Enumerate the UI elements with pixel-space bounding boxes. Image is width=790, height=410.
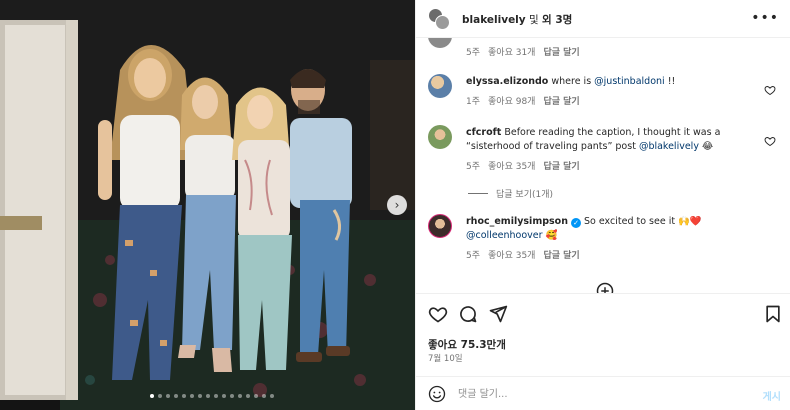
comment-mention[interactable]: @blakelively <box>639 141 699 152</box>
carousel-dots <box>150 394 274 398</box>
comment-likes[interactable]: 좋아요 31개 <box>488 45 535 58</box>
comment-meta: 5주 좋아요 35개 답글 달기 <box>466 248 580 261</box>
reply-button[interactable]: 답글 달기 <box>543 94 579 107</box>
comment-text-end: !! <box>664 76 676 87</box>
heart-icon[interactable] <box>764 135 776 147</box>
divider-line <box>468 193 488 194</box>
author-username[interactable]: blakelively <box>462 14 526 26</box>
comments-list[interactable]: 5주 좋아요 31개 답글 달기 elyssa.elizondo where i… <box>416 38 790 293</box>
avatar[interactable] <box>428 74 452 98</box>
post-date[interactable]: 7월 10일 <box>428 352 463 364</box>
more-horizontal-icon[interactable]: ••• <box>751 10 779 26</box>
avatar[interactable] <box>428 214 452 238</box>
avatar[interactable] <box>428 125 452 149</box>
comment-body: cfcroft Before reading the caption, I th… <box>466 126 748 154</box>
comment-time[interactable]: 5주 <box>466 45 480 58</box>
avatar <box>435 15 450 30</box>
comment-likes[interactable]: 좋아요 35개 <box>488 248 535 261</box>
comment-icon[interactable] <box>458 304 478 324</box>
post-comment-button[interactable]: 게시 <box>763 388 781 403</box>
view-replies-button[interactable]: 답글 보기(1개) <box>468 187 553 200</box>
comment-username[interactable]: cfcroft <box>466 127 501 138</box>
comment-likes[interactable]: 좋아요 98개 <box>488 94 535 107</box>
comment-time[interactable]: 5주 <box>466 248 480 261</box>
comment-text-end: 🥰 <box>542 230 558 241</box>
comment-likes[interactable]: 좋아요 35개 <box>488 159 535 172</box>
comment-body: rhoc_emilysimpson ✓ So excited to see it… <box>466 215 748 243</box>
reply-button[interactable]: 답글 달기 <box>543 45 579 58</box>
comment-mention[interactable]: @colleenhoover <box>466 230 543 241</box>
post-photo[interactable]: › <box>0 0 415 410</box>
load-more-comments-icon[interactable] <box>596 282 614 293</box>
comment-input[interactable] <box>458 384 738 404</box>
other-authors-link[interactable]: 외 3명 <box>542 14 572 26</box>
post-image <box>0 0 415 410</box>
carousel-next-button[interactable]: › <box>387 195 407 215</box>
comment-mention[interactable]: @justinbaldoni <box>594 76 665 87</box>
comment-meta: 5주 좋아요 31개 답글 달기 <box>466 45 580 58</box>
comment-meta: 5주 좋아요 35개 답글 달기 <box>466 159 580 172</box>
verified-badge-icon: ✓ <box>571 218 581 228</box>
post-header: blakelively 및 외 3명 ••• <box>416 0 790 38</box>
bookmark-icon[interactable] <box>763 304 783 324</box>
heart-icon[interactable] <box>428 304 448 324</box>
action-bar <box>428 304 783 326</box>
emoji-icon[interactable] <box>428 385 446 403</box>
reply-button[interactable]: 답글 달기 <box>543 159 579 172</box>
comment-text-end: 😂 <box>698 141 714 152</box>
comment-box: 게시 <box>416 376 790 410</box>
heart-icon[interactable] <box>764 84 776 96</box>
post-side-panel: blakelively 및 외 3명 ••• 5주 좋아요 31개 답글 달기 … <box>415 0 790 410</box>
collab-avatars[interactable] <box>428 8 450 30</box>
comment-body: elyssa.elizondo where is @justinbaldoni … <box>466 75 748 89</box>
comment-username[interactable]: rhoc_emilysimpson <box>466 216 568 227</box>
reply-button[interactable]: 답글 달기 <box>543 248 579 261</box>
comment-time[interactable]: 1주 <box>466 94 480 107</box>
comment-username[interactable]: elyssa.elizondo <box>466 76 548 87</box>
view-replies-label[interactable]: 답글 보기(1개) <box>496 187 553 200</box>
avatar[interactable] <box>428 38 452 48</box>
author-conjunction: 및 <box>528 14 539 26</box>
share-icon[interactable] <box>488 304 508 324</box>
post-authors: blakelively 및 외 3명 <box>462 12 572 27</box>
comment-time[interactable]: 5주 <box>466 159 480 172</box>
comment-text: So excited to see it 🙌❤️ <box>581 216 702 227</box>
likes-count[interactable]: 좋아요 75.3만개 <box>428 337 506 352</box>
comment-text: where is <box>551 76 595 87</box>
comment-meta: 1주 좋아요 98개 답글 달기 <box>466 94 580 107</box>
post-actions: 좋아요 75.3만개 7월 10일 게시 <box>416 293 790 410</box>
